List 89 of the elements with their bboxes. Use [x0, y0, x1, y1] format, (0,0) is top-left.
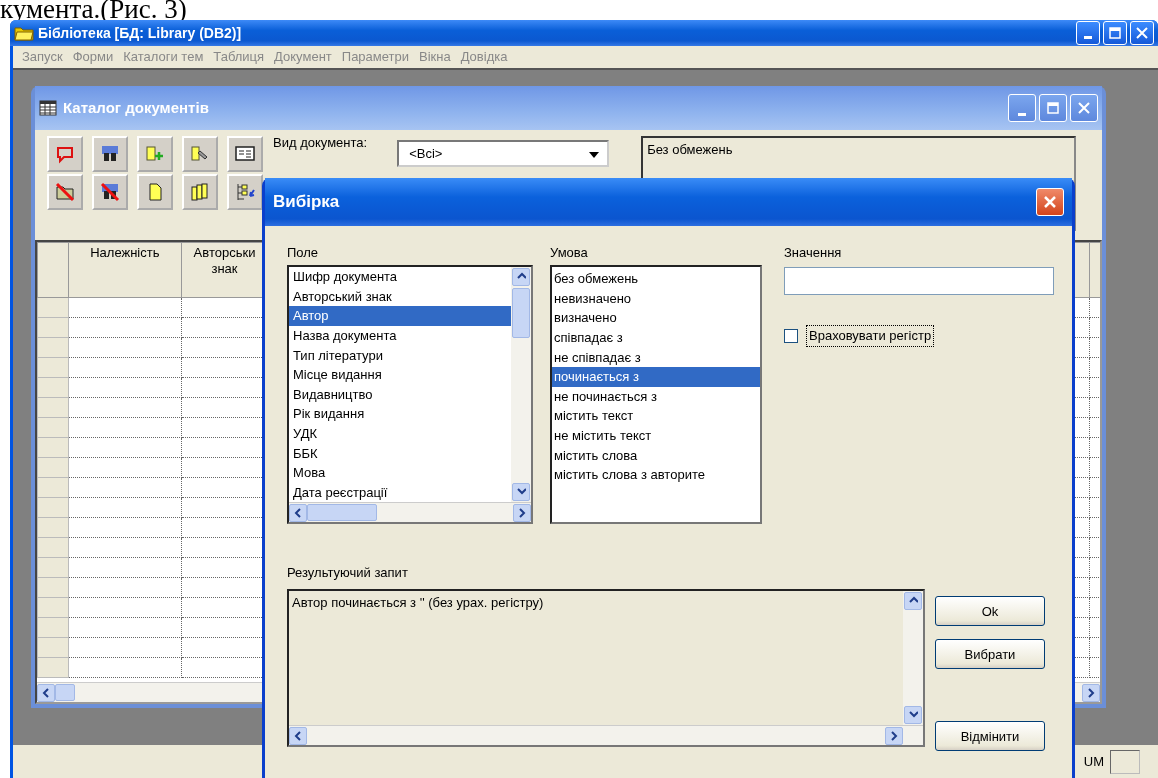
- scroll-thumb[interactable]: [512, 288, 530, 339]
- scroll-up-button[interactable]: [512, 268, 530, 287]
- field-label: Вид документа:: [273, 134, 368, 152]
- document-type-dropdown[interactable]: <Всі>: [397, 140, 610, 167]
- toolbar-button[interactable]: [92, 136, 128, 172]
- scroll-right-button[interactable]: [885, 726, 903, 745]
- field-listbox[interactable]: Шифр документа Авторський знак Автор Назва документа Тип літератури Місце видання Видавництво Рік видання УДК ББК Мова Дата реєстрації: [287, 265, 533, 525]
- list-item[interactable]: невизначено: [552, 288, 760, 309]
- columns-icon: [189, 181, 211, 203]
- scroll-down-button[interactable]: [904, 706, 922, 725]
- checkbox-label: Враховувати регістр: [806, 325, 935, 347]
- list-item[interactable]: УДК: [289, 424, 511, 444]
- status-pane: [1110, 749, 1140, 774]
- field-label: Умова: [550, 244, 589, 262]
- list-item[interactable]: Рік видання: [289, 404, 511, 424]
- close-icon: [1078, 102, 1090, 114]
- condition-listbox[interactable]: без обмежень невизначено визначено співпадає з не співпадає з починається з не починається з містить текст не містить текст містить слова містить слова з авторите: [550, 265, 762, 525]
- maximize-button[interactable]: [1103, 21, 1127, 45]
- scroll-down-button[interactable]: [512, 483, 530, 502]
- list-item[interactable]: не співпадає з: [552, 347, 760, 368]
- arrow-left-icon: [293, 506, 303, 519]
- filter-text: Без обмежень: [647, 142, 733, 157]
- arrow-left-icon: [293, 729, 303, 742]
- status-indicator: UM: [1083, 752, 1104, 771]
- dropdown-arrow-icon: [589, 152, 600, 158]
- list-item[interactable]: Місце видання: [289, 365, 511, 385]
- minimize-icon: [1084, 36, 1092, 39]
- list-item[interactable]: Автор: [289, 306, 511, 327]
- arrow-right-icon: [1086, 686, 1096, 699]
- close-button[interactable]: [1036, 188, 1064, 216]
- list-item[interactable]: без обмежень: [552, 269, 760, 289]
- list-item[interactable]: не починається з: [552, 386, 760, 407]
- list-item[interactable]: співпадає з: [552, 328, 760, 348]
- field-label: Результуючий запит: [287, 564, 409, 583]
- table-icon: [39, 100, 57, 116]
- scroll-left-button[interactable]: [37, 683, 55, 702]
- close-icon: [1043, 195, 1057, 209]
- scroll-left-button[interactable]: [289, 726, 307, 745]
- list-item[interactable]: Мова: [289, 463, 511, 483]
- toolbar-button[interactable]: [227, 174, 263, 210]
- arrow-right-icon: [517, 506, 527, 519]
- dropdown-value: <Всі>: [409, 144, 443, 163]
- tree-arrow-icon: [234, 181, 256, 203]
- scroll-thumb[interactable]: [307, 504, 377, 522]
- list-item[interactable]: ББК: [289, 443, 511, 464]
- close-icon: [1136, 27, 1148, 39]
- list-item[interactable]: Шифр документа: [289, 267, 511, 287]
- dialog-button[interactable]: Відмінити: [935, 721, 1045, 752]
- close-button[interactable]: [1130, 21, 1154, 45]
- checkbox[interactable]: [784, 329, 798, 343]
- field-label: Значення: [784, 244, 843, 262]
- list-item[interactable]: Дата реєстрації: [289, 482, 511, 503]
- maximize-button[interactable]: [1039, 94, 1067, 122]
- dialog-title: Вибірка: [273, 191, 340, 214]
- list-item[interactable]: Авторський знак: [289, 286, 511, 307]
- folder-crossed-icon: [54, 181, 76, 203]
- scroll-right-button[interactable]: [513, 503, 531, 522]
- toolbar-button[interactable]: [227, 136, 263, 172]
- scroll-thumb[interactable]: [55, 684, 75, 701]
- folder-icon: [14, 25, 34, 41]
- list-item[interactable]: Видавництво: [289, 384, 511, 405]
- maximize-icon: [1047, 102, 1059, 114]
- list-item[interactable]: містить слова з авторите: [552, 465, 760, 485]
- minimize-icon: [1018, 113, 1026, 116]
- arrow-left-icon: [41, 686, 51, 699]
- maximize-icon: [1109, 27, 1121, 39]
- dialog-button[interactable]: Ok: [935, 596, 1045, 627]
- list-item[interactable]: визначено: [552, 308, 760, 329]
- field-label: Поле: [287, 244, 320, 262]
- minimize-button[interactable]: [1076, 21, 1100, 45]
- list-item[interactable]: Назва документа: [289, 326, 511, 346]
- scroll-left-button[interactable]: [289, 503, 307, 522]
- window-title: Каталог документів: [63, 97, 209, 118]
- list-item[interactable]: містить текст: [552, 406, 760, 426]
- toolbar-button[interactable]: [92, 174, 128, 210]
- window-title: Бібліотека [БД: Library (DB2)]: [38, 23, 242, 43]
- list-item[interactable]: містить слова: [552, 445, 760, 466]
- minimize-button[interactable]: [1008, 94, 1036, 122]
- value-field[interactable]: [784, 267, 1054, 296]
- list-item[interactable]: не містить текст: [552, 426, 760, 446]
- dialog-button[interactable]: Вибрати: [935, 639, 1045, 670]
- list-item[interactable]: Тип літератури: [289, 345, 511, 366]
- arrow-right-icon: [889, 729, 899, 742]
- result-text: Автор починається з '' (без урах. регістру): [291, 594, 545, 613]
- scroll-up-button[interactable]: [904, 592, 922, 611]
- scroll-right-button[interactable]: [1082, 683, 1100, 702]
- close-button[interactable]: [1070, 94, 1098, 122]
- toolbar-button[interactable]: [182, 174, 218, 210]
- list-item[interactable]: починається з: [552, 367, 760, 387]
